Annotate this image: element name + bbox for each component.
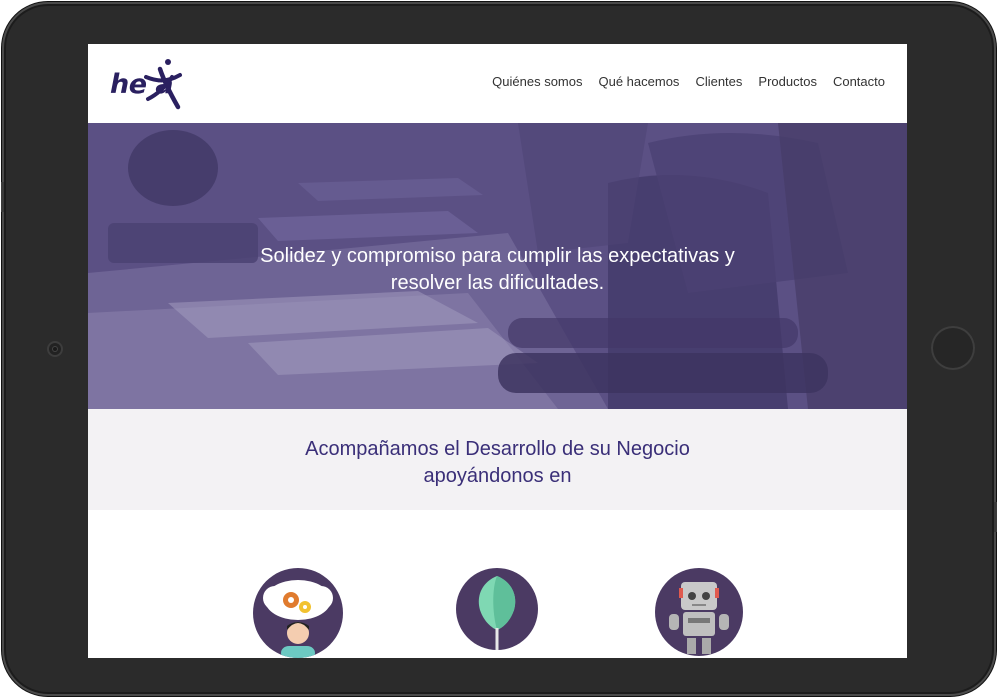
nav-que-hacemos[interactable]: Qué hacemos (599, 74, 680, 89)
thinking-person-icon[interactable] (253, 568, 343, 658)
nav-productos[interactable]: Productos (758, 74, 817, 89)
main-nav: Quiénes somos Qué hacemos Clientes Produ… (492, 74, 885, 89)
side-button (994, 502, 997, 532)
intro-heading: Acompañamos el Desarrollo de su Negocio … (88, 436, 907, 490)
nav-contacto[interactable]: Contacto (833, 74, 885, 89)
tree-icon[interactable] (456, 568, 538, 650)
logo-x-figure-icon (144, 59, 182, 110)
site-header: he a Quiénes somos Qué hacemos Clientes … (88, 44, 907, 123)
services-section (88, 510, 907, 658)
hero-tagline: Solidez y compromiso para cumplir las ex… (88, 243, 907, 297)
robot-icon[interactable] (655, 568, 743, 656)
browser-screen: he a Quiénes somos Qué hacemos Clientes … (88, 44, 907, 658)
intro-heading-line2: apoyándonos en (423, 465, 572, 487)
nav-quienes-somos[interactable]: Quiénes somos (492, 74, 582, 89)
nav-clientes[interactable]: Clientes (695, 74, 742, 89)
hero-tagline-line1: Solidez y compromiso para cumplir las ex… (260, 245, 735, 267)
hexa-logo[interactable]: he a (108, 57, 200, 111)
volume-button (1, 182, 4, 212)
hero-banner: Solidez y compromiso para cumplir las ex… (88, 123, 907, 409)
front-camera-icon (49, 343, 61, 355)
hero-tagline-line2: resolver las dificultades. (390, 272, 605, 294)
intro-heading-line1: Acompañamos el Desarrollo de su Negocio (305, 438, 690, 460)
home-button[interactable] (931, 326, 975, 370)
intro-section: Acompañamos el Desarrollo de su Negocio … (88, 409, 907, 510)
